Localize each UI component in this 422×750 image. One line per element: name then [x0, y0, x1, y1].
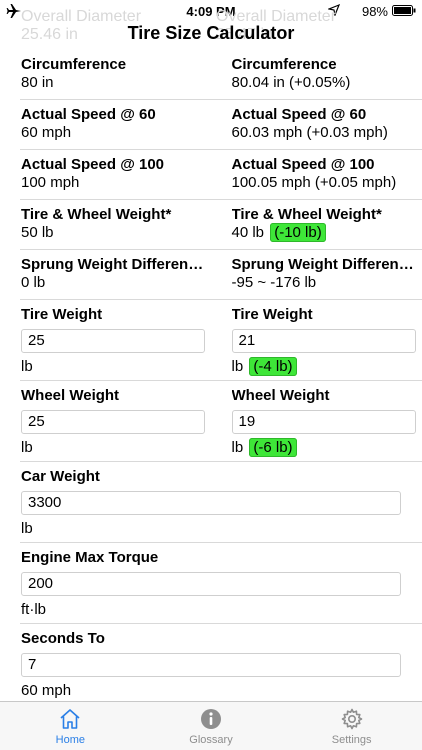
tire-wheel-weight-right-value-line: 40 lb (-10 lb) [232, 223, 422, 243]
seconds-to-input[interactable]: 7 [21, 653, 401, 677]
wheel-weight-row: Wheel Weight 25 lb Wheel Weight 19 lb (-… [0, 381, 422, 462]
page-title: Tire Size Calculator [127, 23, 295, 43]
tab-settings-label: Settings [331, 734, 372, 746]
speed-100-right: Actual Speed @ 100 100.05 mph (+0.05 mph… [212, 150, 422, 200]
seconds-to-row: Seconds To 7 60 mph [0, 624, 422, 705]
speed-60-left: Actual Speed @ 60 60 mph [0, 100, 212, 150]
tab-glossary-label: Glossary [189, 734, 233, 746]
speed-100-row: Actual Speed @ 100 100 mph Actual Speed … [0, 150, 422, 200]
speed-60-left-value: 60 mph [21, 124, 72, 141]
sprung-weight-left: Sprung Weight Differen… 0 lb [0, 250, 212, 300]
tire-weight-diff-badge: (-4 lb) [249, 357, 297, 376]
speed-60-row: Actual Speed @ 60 60 mph Actual Speed @ … [0, 100, 422, 150]
engine-torque: Engine Max Torque 200 ft·lb [0, 543, 422, 624]
tire-wheel-weight-row: Tire & Wheel Weight* 50 lb Tire & Wheel … [0, 200, 422, 250]
sprung-weight-right-label: Sprung Weight Differen… [231, 256, 414, 273]
speed-100-left: Actual Speed @ 100 100 mph [0, 150, 212, 200]
tire-wheel-weight-right-label: Tire & Wheel Weight* [231, 206, 382, 223]
speed-100-left-value: 100 mph [21, 174, 80, 191]
tire-wheel-weight-diff-badge: (-10 lb) [270, 223, 326, 242]
tire-wheel-weight-right-value: 40 lb [231, 224, 265, 241]
tab-home-label: Home [55, 734, 85, 746]
circumference-right-label: Circumference [231, 56, 337, 73]
speed-60-left-label: Actual Speed @ 60 [21, 106, 156, 123]
wheel-weight-right-input[interactable]: 19 [231, 410, 416, 434]
wheel-weight-left: Wheel Weight 25 lb [0, 381, 212, 462]
speed-60-right-value: 60.03 mph (+0.03 mph) [231, 124, 388, 141]
sprung-weight-row: Sprung Weight Differen… 0 lb Sprung Weig… [0, 250, 422, 300]
tire-weight-left-label: Tire Weight [21, 306, 103, 323]
car-weight-row: Car Weight 3300 lb [0, 462, 422, 543]
tab-settings[interactable]: Settings [281, 702, 422, 750]
speed-60-right-label: Actual Speed @ 60 [231, 106, 367, 123]
circumference-left-label: Circumference [21, 56, 127, 73]
circumference-left: Circumference 80 in [0, 50, 212, 100]
battery-icon [392, 5, 416, 16]
speed-100-right-label: Actual Speed @ 100 [231, 156, 375, 173]
speed-60-right: Actual Speed @ 60 60.03 mph (+0.03 mph) [212, 100, 422, 150]
wheel-weight-left-input[interactable]: 25 [21, 410, 205, 434]
car-weight-input[interactable]: 3300 [21, 491, 401, 515]
seconds-to-unit: 60 mph [21, 682, 72, 699]
sprung-weight-left-label: Sprung Weight Differen… [21, 256, 204, 273]
speed-100-right-value: 100.05 mph (+0.05 mph) [231, 174, 397, 191]
engine-torque-input[interactable]: 200 [21, 572, 401, 596]
tab-glossary[interactable]: Glossary [141, 702, 282, 750]
wheel-weight-left-label: Wheel Weight [21, 387, 120, 404]
seconds-to-label: Seconds To [21, 630, 105, 647]
wheel-weight-left-unit: lb [21, 439, 33, 456]
circumference-row: Circumference 80 in Circumference 80.04 … [0, 50, 422, 100]
circumference-right: Circumference 80.04 in (+0.05%) [212, 50, 422, 100]
tire-wheel-weight-left: Tire & Wheel Weight* 50 lb [0, 200, 212, 250]
speed-100-left-label: Actual Speed @ 100 [21, 156, 165, 173]
tire-weight-right-unit: lb [231, 358, 244, 375]
wheel-weight-right-label: Wheel Weight [231, 387, 330, 404]
tire-weight-left: Tire Weight 25 lb [0, 300, 212, 381]
tire-wheel-weight-left-value: 50 lb [21, 224, 54, 241]
navigation-bar: Tire Size Calculator [0, 20, 422, 50]
sprung-weight-right-value: -95 ~ -176 lb [231, 274, 317, 291]
sprung-weight-left-value: 0 lb [21, 274, 46, 291]
circumference-left-value: 80 in [21, 74, 54, 91]
battery-percent: 98% [361, 4, 388, 19]
wheel-weight-right: Wheel Weight 19 lb (-6 lb) [212, 381, 422, 462]
tire-wheel-weight-left-label: Tire & Wheel Weight* [21, 206, 172, 223]
tire-wheel-weight-right: Tire & Wheel Weight* 40 lb (-10 lb) [212, 200, 422, 250]
calculator-content: Circumference 80 in Circumference 80.04 … [0, 50, 422, 705]
tire-weight-left-input[interactable]: 25 [21, 329, 205, 353]
sprung-weight-right: Sprung Weight Differen… -95 ~ -176 lb [212, 250, 422, 300]
home-icon [60, 709, 80, 729]
gear-icon [341, 708, 362, 730]
info-icon [201, 709, 221, 729]
tire-weight-right-label: Tire Weight [231, 306, 313, 323]
tire-weight-right-unit-line: lb (-4 lb) [232, 357, 422, 377]
car-weight: Car Weight 3300 lb [0, 462, 422, 543]
car-weight-unit: lb [21, 520, 33, 537]
engine-torque-label: Engine Max Torque [21, 549, 159, 566]
wheel-weight-diff-badge: (-6 lb) [249, 438, 297, 457]
engine-torque-row: Engine Max Torque 200 ft·lb [0, 543, 422, 624]
tire-weight-row: Tire Weight 25 lb Tire Weight 21 lb (-4 … [0, 300, 422, 381]
circumference-right-value: 80.04 in (+0.05%) [231, 74, 351, 91]
tire-weight-left-unit: lb [21, 358, 33, 375]
tire-weight-right-input[interactable]: 21 [231, 329, 416, 353]
seconds-to: Seconds To 7 60 mph [0, 624, 422, 705]
engine-torque-unit: ft·lb [21, 601, 47, 618]
tire-weight-right: Tire Weight 21 lb (-4 lb) [212, 300, 422, 381]
wheel-weight-right-unit-line: lb (-6 lb) [232, 438, 422, 458]
tab-home[interactable]: Home [0, 702, 141, 750]
car-weight-label: Car Weight [21, 468, 100, 485]
wheel-weight-right-unit: lb [231, 439, 244, 456]
tab-bar: Home Glossary Settings [0, 701, 422, 750]
